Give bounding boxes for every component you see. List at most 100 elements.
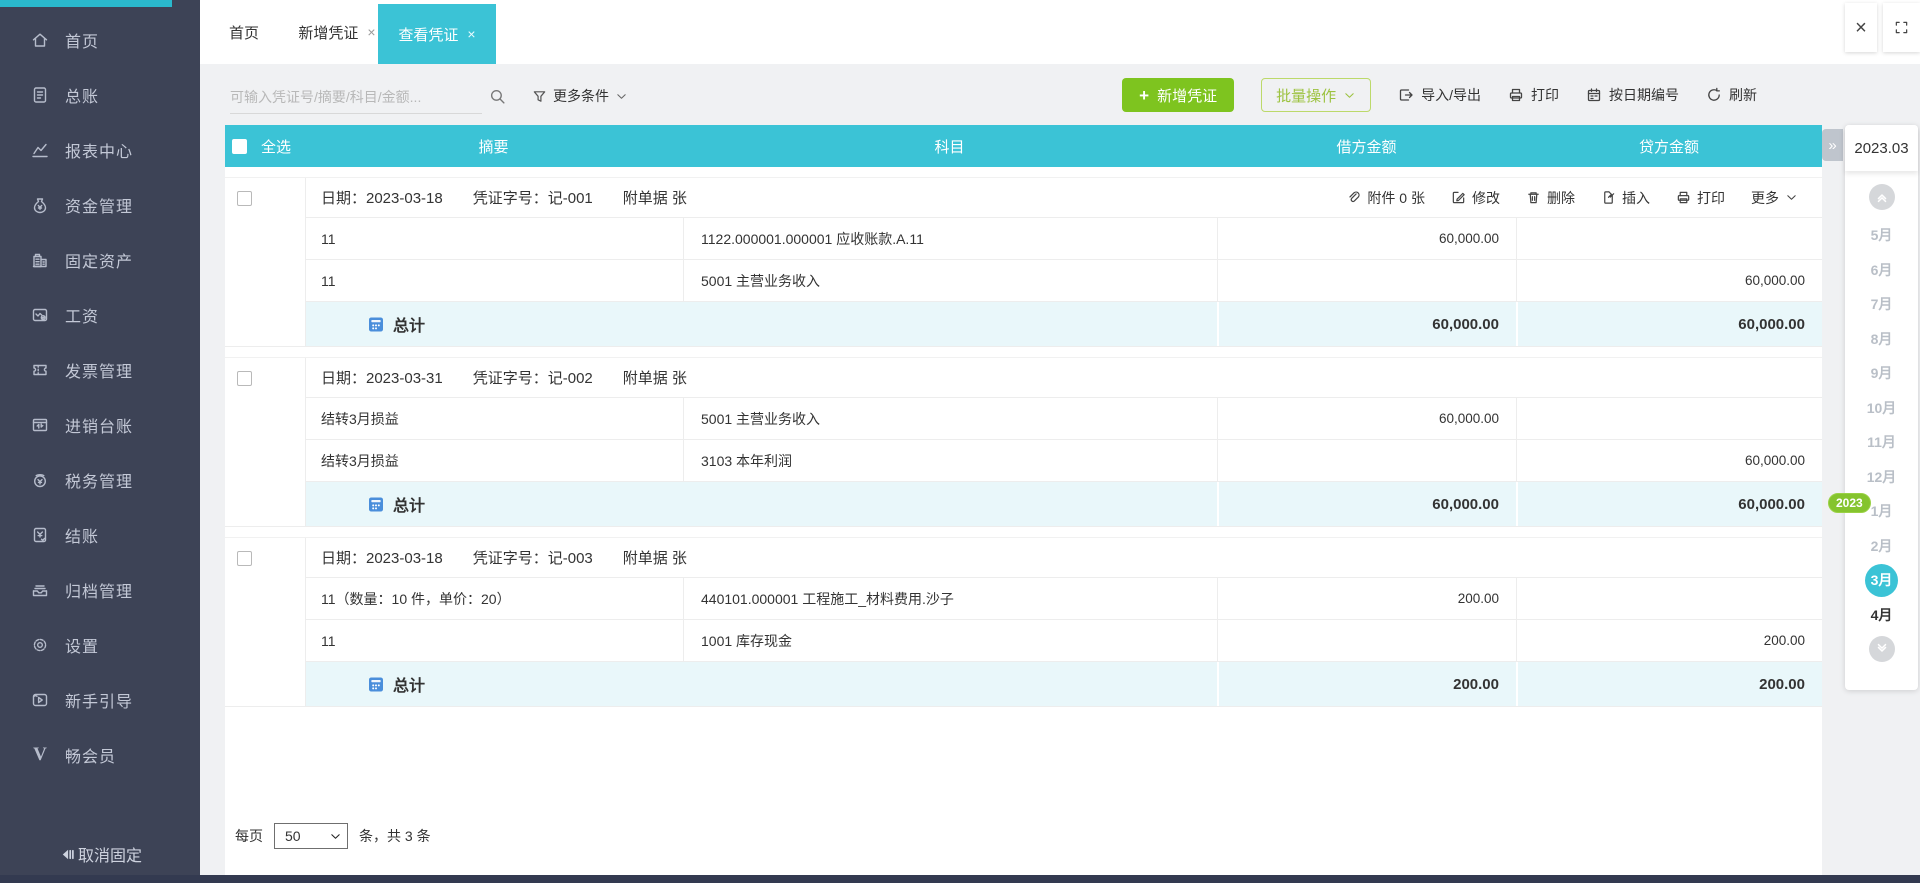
month-7月[interactable]: 7月 bbox=[1845, 287, 1918, 322]
sidebar-item-salary[interactable]: 工资 bbox=[0, 287, 200, 342]
month-list: 5月6月7月8月9月10月11月12月1月2月3月4月 bbox=[1845, 218, 1918, 632]
import-export-icon bbox=[1398, 87, 1414, 103]
voucher-info: 日期：2023-03-18 凭证字号：记-003 附单据 张 bbox=[321, 547, 687, 568]
cell-summary: 11 bbox=[306, 218, 683, 259]
cell-account: 5001 主营业务收入 bbox=[683, 260, 1217, 301]
calendar-icon bbox=[1586, 87, 1602, 103]
sidebar-item-settings[interactable]: 设置 bbox=[0, 617, 200, 672]
sidebar-item-archive[interactable]: 归档管理 bbox=[0, 562, 200, 617]
tab-close-icon[interactable]: × bbox=[467, 26, 475, 42]
sidebar-item-invoice[interactable]: 发票管理 bbox=[0, 342, 200, 397]
sidebar-item-member[interactable]: V 畅会员 bbox=[0, 727, 200, 782]
cell-summary: 11 bbox=[306, 620, 683, 661]
tab-new-voucher[interactable]: 新增凭证× bbox=[284, 0, 390, 64]
tab-home[interactable]: 首页 bbox=[214, 0, 274, 64]
batch-operations-button[interactable]: 批量操作 bbox=[1261, 78, 1371, 112]
sidebar-item-home[interactable]: 首页 bbox=[0, 12, 200, 67]
edit-icon bbox=[1451, 190, 1466, 205]
select-all-label: 全选 bbox=[261, 136, 291, 157]
month-6月[interactable]: 6月 bbox=[1845, 253, 1918, 288]
per-page-label: 每页 bbox=[235, 826, 263, 846]
scroll-months-up-button[interactable] bbox=[1869, 184, 1895, 210]
refresh-button[interactable]: 刷新 bbox=[1706, 85, 1757, 105]
print-button[interactable]: 打印 bbox=[1508, 85, 1559, 105]
month-10月[interactable]: 10月 bbox=[1845, 391, 1918, 426]
month-8月[interactable]: 8月 bbox=[1845, 322, 1918, 357]
voucher-checkbox[interactable] bbox=[237, 551, 252, 566]
plus-icon: + bbox=[1139, 87, 1149, 104]
month-2月[interactable]: 2月 bbox=[1845, 529, 1918, 564]
tab-view-voucher[interactable]: 查看凭证× bbox=[378, 4, 496, 64]
month-12月[interactable]: 12月 bbox=[1845, 460, 1918, 495]
voucher-total-row: 总计 60,000.00 60,000.00 bbox=[225, 302, 1822, 346]
voucher-line-row[interactable]: 11 5001 主营业务收入 60,000.00 bbox=[225, 260, 1822, 302]
action-insert[interactable]: 插入 bbox=[1601, 188, 1650, 208]
scroll-months-down-button[interactable] bbox=[1869, 636, 1895, 662]
month-5月[interactable]: 5月 bbox=[1845, 218, 1918, 253]
action-edit[interactable]: 修改 bbox=[1451, 188, 1500, 208]
sidebar-item-general-ledger[interactable]: 总账 bbox=[0, 67, 200, 122]
sidebar-item-fixed-assets[interactable]: 固定资产 bbox=[0, 232, 200, 287]
voucher-line-row[interactable]: 11 1122.000001.000001 应收账款.A.11 60,000.0… bbox=[225, 218, 1822, 260]
tax-coin-icon bbox=[30, 470, 50, 490]
action-print[interactable]: 打印 bbox=[1676, 188, 1725, 208]
voucher-checkbox[interactable] bbox=[237, 191, 252, 206]
cell-credit: 60,000.00 bbox=[1516, 440, 1822, 481]
salary-card-icon bbox=[30, 305, 50, 325]
insert-icon bbox=[1601, 190, 1616, 205]
import-export-button[interactable]: 导入/导出 bbox=[1398, 85, 1481, 105]
voucher-line-row[interactable]: 11 1001 库存现金 200.00 bbox=[225, 620, 1822, 662]
sidebar-item-tax[interactable]: 税务管理 bbox=[0, 452, 200, 507]
more-filters-button[interactable]: 更多条件 bbox=[532, 86, 628, 106]
action-attachment[interactable]: 附件 0 张 bbox=[1346, 188, 1425, 208]
sidebar-item-guide[interactable]: 新手引导 bbox=[0, 672, 200, 727]
close-window-button[interactable]: × bbox=[1845, 3, 1877, 52]
closing-book-icon bbox=[30, 525, 50, 545]
action-more[interactable]: 更多 bbox=[1751, 188, 1798, 208]
voucher-line-row[interactable]: 11（数量：10 件，单价：20） 440101.000001 工程施工_材料费… bbox=[225, 578, 1822, 620]
printer-icon bbox=[1508, 87, 1524, 103]
toolbar-actions: + 新增凭证 批量操作 导入/导出 打印 按日期编号 刷新 bbox=[1122, 76, 1757, 114]
voucher-checkbox[interactable] bbox=[237, 371, 252, 386]
search-input[interactable] bbox=[230, 81, 482, 114]
month-9月[interactable]: 9月 bbox=[1845, 356, 1918, 391]
sidebar-item-label: 发票管理 bbox=[65, 358, 133, 382]
add-voucher-button[interactable]: + 新增凭证 bbox=[1122, 78, 1234, 112]
month-3月[interactable]: 3月 bbox=[1845, 563, 1918, 598]
voucher-line-row[interactable]: 结转3月损益 5001 主营业务收入 60,000.00 bbox=[225, 398, 1822, 440]
tab-bar: 首页新增凭证×查看凭证× bbox=[200, 0, 1920, 64]
total-calc-icon bbox=[368, 496, 384, 513]
building-icon bbox=[30, 250, 50, 270]
voucher-total-row: 总计 60,000.00 60,000.00 bbox=[225, 482, 1822, 526]
sidebar-item-label: 报表中心 bbox=[65, 138, 133, 162]
total-label-cell: 总计 bbox=[306, 662, 1217, 706]
fullscreen-button[interactable] bbox=[1883, 3, 1920, 52]
bottom-strip bbox=[0, 875, 1920, 883]
voucher-number: 凭证字号：记-003 bbox=[473, 547, 593, 568]
page-size-select[interactable]: 50 bbox=[274, 823, 348, 849]
voucher-actions: 附件 0 张 修改 删除 插入 打印 更多 bbox=[1346, 188, 1798, 208]
action-delete[interactable]: 删除 bbox=[1526, 188, 1575, 208]
sidebar-item-report-center[interactable]: 报表中心 bbox=[0, 122, 200, 177]
unpin-sidebar-button[interactable]: 取消固定 bbox=[0, 842, 200, 866]
cell-debit bbox=[1217, 620, 1516, 661]
sidebar: 首页 总账 报表中心 资金管理 固定资产 工资 发票管理 进销台账 税务管理 结… bbox=[0, 0, 200, 883]
sidebar-item-label: 进销台账 bbox=[65, 413, 133, 437]
sidebar-item-label: 畅会员 bbox=[65, 743, 116, 767]
column-credit: 贷方金额 bbox=[1516, 136, 1822, 157]
column-account: 科目 bbox=[682, 136, 1217, 157]
month-11月[interactable]: 11月 bbox=[1845, 425, 1918, 460]
cell-summary: 11（数量：10 件，单价：20） bbox=[306, 578, 683, 619]
refresh-icon bbox=[1706, 87, 1722, 103]
gear-icon bbox=[30, 635, 50, 655]
voucher-line-row[interactable]: 结转3月损益 3103 本年利润 60,000.00 bbox=[225, 440, 1822, 482]
number-by-date-button[interactable]: 按日期编号 bbox=[1586, 85, 1679, 105]
collapse-month-panel-button[interactable]: » bbox=[1822, 129, 1843, 161]
month-4月[interactable]: 4月 bbox=[1845, 598, 1918, 633]
select-all-checkbox[interactable] bbox=[232, 139, 247, 154]
search-icon[interactable] bbox=[489, 88, 506, 105]
tab-close-icon[interactable]: × bbox=[367, 24, 375, 40]
sidebar-item-funds[interactable]: 资金管理 bbox=[0, 177, 200, 232]
sidebar-item-closing[interactable]: 结账 bbox=[0, 507, 200, 562]
sidebar-item-trade-ledger[interactable]: 进销台账 bbox=[0, 397, 200, 452]
